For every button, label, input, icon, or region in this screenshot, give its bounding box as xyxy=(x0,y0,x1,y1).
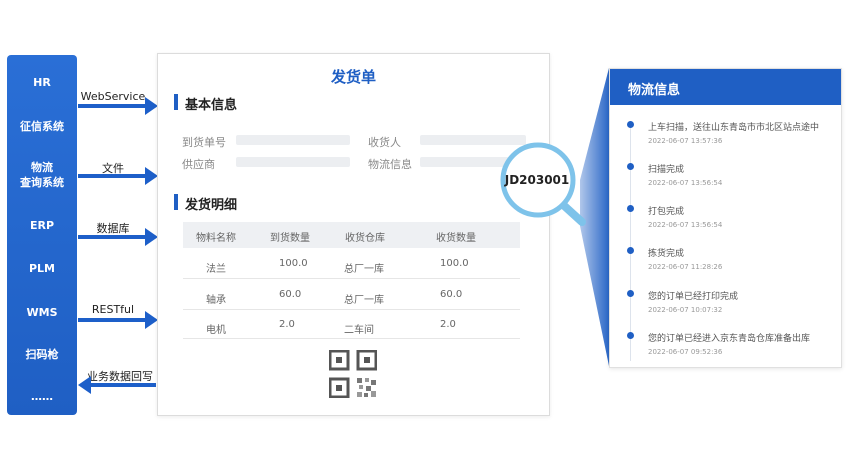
qr-code-icon xyxy=(329,350,377,398)
column-warehouse: 收货仓库 xyxy=(345,233,385,244)
timeline-event-text: 您的订单已经打印完成 xyxy=(648,292,739,302)
table-cell: 100.0 xyxy=(440,258,469,269)
arrow-label-writeback: 业务数据回写 xyxy=(87,370,153,383)
arrow-head-left-icon xyxy=(78,376,91,394)
arrow-database xyxy=(78,235,146,239)
system-logistics-query: 物流 查询系统 xyxy=(20,161,64,189)
table-cell: 总厂一库 xyxy=(344,295,384,306)
logistics-header: 物流信息 xyxy=(610,69,841,105)
system-list-panel: HR 征信系统 物流 查询系统 ERP PLM WMS 扫码枪 …… xyxy=(7,55,77,415)
section-marker xyxy=(174,194,178,210)
field-label-arrival-no: 到货单号 xyxy=(182,136,226,149)
tracking-number: JD203001 xyxy=(504,173,570,187)
arrow-webservice xyxy=(78,104,146,108)
table-row-divider xyxy=(183,309,520,310)
arrow-label-restful: RESTful xyxy=(91,303,135,316)
document-title: 发货单 xyxy=(330,68,376,86)
arrow-label-database: 数据库 xyxy=(96,222,130,235)
table-cell: 60.0 xyxy=(440,289,463,300)
column-arrival-qty: 到货数量 xyxy=(270,233,310,244)
timeline-dot xyxy=(627,205,634,212)
timeline-event-time: 2022-06-07 13:56:54 xyxy=(648,179,723,187)
table-cell: 法兰 xyxy=(206,264,226,275)
section-basic-info: 基本信息 xyxy=(185,98,238,113)
column-material-name: 物料名称 xyxy=(196,233,236,244)
section-shipping-detail: 发货明细 xyxy=(185,198,238,213)
system-erp: ERP xyxy=(29,219,55,232)
logistics-title: 物流信息 xyxy=(628,83,681,98)
timeline-dot xyxy=(627,121,634,128)
timeline-event-text: 扫描完成 xyxy=(648,165,685,175)
arrow-writeback xyxy=(90,383,156,387)
timeline-event-time: 2022-06-07 13:57:36 xyxy=(648,137,723,145)
arrow-restful xyxy=(78,318,146,322)
timeline-event-time: 2022-06-07 11:28:26 xyxy=(648,263,723,271)
section-marker xyxy=(174,94,178,110)
timeline-dot xyxy=(627,290,634,297)
system-credit: 征信系统 xyxy=(20,120,64,133)
field-label-logistics-info: 物流信息 xyxy=(368,158,412,171)
logistics-panel: 物流信息 上车扫描，送往山东青岛市市北区站点途中 2022-06-07 13:5… xyxy=(609,68,842,368)
table-cell: 60.0 xyxy=(279,289,302,300)
timeline-event-text: 您的订单已经进入京东青岛仓库准备出库 xyxy=(648,334,811,344)
system-wms: WMS xyxy=(26,306,58,319)
timeline-event-text: 拣货完成 xyxy=(648,249,685,259)
table-row-divider xyxy=(183,278,520,279)
timeline-dot xyxy=(627,163,634,170)
table-cell: 电机 xyxy=(206,325,226,336)
field-label-receiver: 收货人 xyxy=(368,136,401,149)
timeline-event-text: 打包完成 xyxy=(648,207,685,217)
arrow-file xyxy=(78,174,146,178)
table-cell: 2.0 xyxy=(440,319,456,330)
table-cell: 二车间 xyxy=(344,325,374,336)
field-value-arrival-no xyxy=(236,135,350,145)
timeline-event-text: 上车扫描，送往山东青岛市市北区站点途中 xyxy=(648,123,820,133)
table-cell: 2.0 xyxy=(279,319,295,330)
system-hr: HR xyxy=(33,76,51,89)
system-scanner: 扫码枪 xyxy=(25,348,59,361)
column-received-qty: 收货数量 xyxy=(436,233,476,244)
table-cell: 总厂一库 xyxy=(344,264,384,275)
table-cell: 100.0 xyxy=(279,258,308,269)
arrow-label-webservice: WebService xyxy=(80,90,146,103)
timeline-dot xyxy=(627,332,634,339)
timeline-event-time: 2022-06-07 10:07:32 xyxy=(648,306,723,314)
field-label-supplier: 供应商 xyxy=(182,158,215,171)
timeline-line xyxy=(630,121,631,361)
field-value-supplier xyxy=(236,157,350,167)
timeline-event-time: 2022-06-07 13:56:54 xyxy=(648,221,723,229)
table-row-divider xyxy=(183,338,520,339)
detail-table-header: 物料名称 到货数量 收货仓库 收货数量 xyxy=(183,222,520,248)
system-more: …… xyxy=(31,390,53,403)
timeline-dot xyxy=(627,247,634,254)
timeline-event-time: 2022-06-07 09:52:36 xyxy=(648,348,723,356)
table-cell: 轴承 xyxy=(206,295,226,306)
system-plm: PLM xyxy=(28,262,56,275)
